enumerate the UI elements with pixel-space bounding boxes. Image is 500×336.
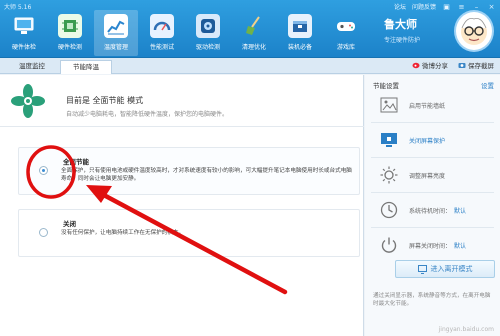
divider [371, 227, 494, 228]
option-description: 没有任何保护，让电脑持续工作在无保护的状态。 [61, 230, 185, 236]
master-brand: 鲁大师 专注硬件防护 [382, 10, 498, 54]
weibo-share-label: 微博分享 [422, 62, 448, 70]
leave-mode-note: 通过关闭显示器，系统静音等方式，在离开电脑时最大化节能。 [373, 293, 491, 307]
tool-driver[interactable]: 驱动检测 [186, 10, 230, 56]
setting-label: 启用节能墙纸 [409, 102, 446, 110]
option-description: 全面保护，只有使用电池或硬件温度较高时，才对系统速度有较小的影响，可大幅提升笔记… [61, 168, 352, 182]
top-toolbar: 大师 5.16 论坛 问题反馈 ▣ ≡ – × 硬件体检 硬件检测 温度管理 性… [0, 0, 500, 58]
setting-label-text: 屏幕关闭时间： [409, 242, 452, 250]
broom-icon [242, 14, 266, 38]
power-icon [377, 233, 401, 257]
setting-label: 屏幕关闭时间： 默认 [409, 241, 466, 250]
radio-off[interactable] [39, 228, 48, 237]
master-name: 鲁大师 [384, 18, 417, 31]
divider [371, 122, 494, 123]
tool-games[interactable]: 游戏库 [324, 10, 368, 56]
camera-icon [458, 63, 466, 68]
tool-hardware-checkup[interactable]: 硬件体检 [2, 10, 46, 56]
thermometer-chart-icon [104, 14, 128, 38]
weibo-share-button[interactable]: 微博分享 [412, 60, 448, 70]
radio-full-saving[interactable] [39, 166, 48, 175]
setting-brightness[interactable]: 调整屏幕亮度 [365, 160, 500, 190]
weibo-icon [412, 62, 420, 69]
tool-performance[interactable]: 性能测试 [140, 10, 184, 56]
tool-label: 硬件检测 [57, 44, 82, 51]
tab-temperature-monitor[interactable]: 温度监控 [6, 60, 58, 74]
mode-header: 目前是 全面节能 模式 自动减少电脑耗电，智能降低硬件温度，保护您的电脑硬件。 [0, 75, 364, 127]
tool-hardware-detect[interactable]: 硬件检测 [48, 10, 92, 56]
setting-value[interactable]: 默认 [454, 208, 466, 215]
mascot-avatar[interactable] [454, 10, 494, 52]
mode-description: 自动减少电脑耗电，智能降低硬件温度，保护您的电脑硬件。 [66, 111, 229, 118]
leave-mode-label: 进入离开模式 [430, 265, 473, 273]
brightness-icon [377, 163, 401, 187]
speedometer-icon [150, 14, 174, 38]
divider [371, 157, 494, 158]
image-icon [377, 93, 401, 117]
tab-bar: 温度监控 节能降温 微博分享 保存截屏 [0, 58, 500, 74]
setting-label: 调整屏幕亮度 [409, 172, 446, 180]
tab-actions: 微博分享 保存截屏 [412, 60, 494, 70]
tool-label: 装机必备 [287, 44, 312, 51]
setting-wallpaper[interactable]: 启用节能墙纸 [365, 90, 500, 120]
monitor-icon [12, 14, 36, 38]
leave-mode-button[interactable]: 进入离开模式 [395, 260, 495, 278]
setting-screen-off-time[interactable]: 屏幕关闭时间： 默认 [365, 230, 500, 260]
tool-label: 性能测试 [149, 44, 174, 51]
toolbar-tools: 硬件体检 硬件检测 温度管理 性能测试 驱动检测 清理优化 装机必备 游戏库 [2, 10, 370, 56]
option-full-saving[interactable]: 全面节能 全面保护，只有使用电池或硬件温度较高时，才对系统速度有较小的影响，可大… [18, 147, 360, 195]
box-icon [288, 14, 312, 38]
save-screenshot-button[interactable]: 保存截屏 [458, 60, 494, 70]
watermark: jingyan.baidu.com [438, 326, 494, 333]
tool-essentials[interactable]: 装机必备 [278, 10, 322, 56]
clock-icon [377, 198, 401, 222]
setting-label: 系统待机时间： 默认 [409, 206, 466, 215]
gear-shield-icon [196, 14, 220, 38]
energy-settings-panel: 节能设置 设置 启用节能墙纸 关闭屏幕保护 调整屏幕亮度 系统待机时间： 默认 屏… [365, 75, 500, 336]
tool-temperature[interactable]: 温度管理 [94, 10, 138, 56]
tool-label: 清理优化 [241, 44, 266, 51]
monitor-small-icon [417, 264, 427, 274]
save-screenshot-label: 保存截屏 [468, 62, 494, 70]
setting-value[interactable]: 默认 [454, 243, 466, 250]
settings-link[interactable]: 设置 [481, 80, 494, 90]
setting-label-text: 系统待机时间： [409, 207, 452, 215]
tool-label: 游戏库 [336, 44, 355, 51]
master-subtitle: 专注硬件防护 [384, 37, 421, 44]
setting-screensaver[interactable]: 关闭屏幕保护 [365, 125, 500, 155]
setting-standby-time[interactable]: 系统待机时间： 默认 [365, 195, 500, 225]
mode-title: 目前是 全面节能 模式 [66, 96, 144, 105]
divider [371, 192, 494, 193]
tool-label: 驱动检测 [195, 44, 220, 51]
tool-label: 硬件体检 [11, 44, 36, 51]
option-title: 全面节能 [63, 158, 89, 166]
side-header: 节能设置 设置 [373, 80, 494, 90]
setting-label: 关闭屏幕保护 [409, 137, 446, 145]
tool-cleanup[interactable]: 清理优化 [232, 10, 276, 56]
energy-main-panel: 目前是 全面节能 模式 自动减少电脑耗电，智能降低硬件温度，保护您的电脑硬件。 … [0, 75, 364, 336]
screen-lock-icon [377, 128, 401, 152]
option-off[interactable]: 关闭 没有任何保护，让电脑持续工作在无保护的状态。 [18, 209, 360, 257]
tool-label: 温度管理 [103, 44, 128, 51]
chip-icon [58, 14, 82, 38]
tab-energy-saving[interactable]: 节能降温 [60, 60, 112, 74]
side-heading: 节能设置 [373, 82, 399, 90]
gamepad-icon [334, 14, 358, 38]
option-title: 关闭 [63, 220, 76, 228]
fan-icon [11, 84, 45, 118]
